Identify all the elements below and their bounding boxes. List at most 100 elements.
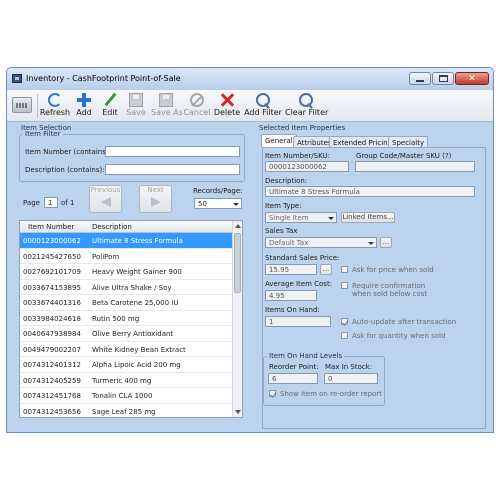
item-number-filter-label: Item Number (contains): <box>25 148 111 156</box>
page-count-label: of 1 <box>61 199 75 207</box>
tab-general[interactable]: General <box>261 134 297 148</box>
on-hand-levels-heading: Item On Hand Levels <box>267 352 345 360</box>
sales-tax-select[interactable]: Default Tax <box>265 237 377 248</box>
item-filter-heading: Item Filter <box>23 130 63 138</box>
description-filter-input[interactable] <box>105 164 240 175</box>
ask-price-label: Ask for price when sold <box>352 266 434 274</box>
edit-icon <box>103 93 117 107</box>
clear-filter-button[interactable]: Clear Filter <box>285 91 328 121</box>
description-field[interactable]: Ultimate 8 Stress Formula <box>265 186 475 197</box>
table-row[interactable]: 0033984024618 Rutin 500 mg <box>20 311 232 326</box>
item-type-label: Item Type: <box>265 202 302 210</box>
item-number-filter-input[interactable] <box>105 146 240 157</box>
column-header-item-number[interactable]: Item Number <box>28 223 74 231</box>
save-icon <box>129 93 143 107</box>
refresh-button[interactable]: Refresh <box>39 91 71 121</box>
scroll-up-icon[interactable] <box>235 224 241 228</box>
scroll-down-icon[interactable] <box>235 410 241 414</box>
title-bar[interactable]: Inventory - CashFootprint Point-of-Sale … <box>7 68 493 90</box>
add-filter-button[interactable]: Add Filter <box>244 91 282 121</box>
max-stock-label: Max In Stock: <box>325 363 373 371</box>
max-stock-field[interactable]: 0 <box>324 373 378 384</box>
add-button[interactable]: Add <box>73 91 95 121</box>
description-filter-label: Description (contains): <box>25 166 105 174</box>
chevron-down-icon <box>233 203 239 206</box>
item-number-field[interactable]: 0000123000062 <box>265 161 349 172</box>
avg-cost-label: Average Item Cost: <box>265 280 333 288</box>
std-price-label: Standard Sales Price: <box>265 254 340 262</box>
arrow-right-icon <box>150 197 161 207</box>
inventory-window: Inventory - CashFootprint Point-of-Sale … <box>6 67 494 433</box>
items-table: Item Number Description 0000123000062 Ult… <box>19 220 243 418</box>
toolbar-separator <box>37 94 38 118</box>
keyboard-icon[interactable] <box>12 97 32 113</box>
window-title: Inventory - CashFootprint Point-of-Sale <box>26 74 181 83</box>
auto-update-checkbox[interactable] <box>341 318 348 325</box>
app-icon <box>12 74 22 83</box>
chevron-down-icon <box>368 242 374 245</box>
reorder-point-field[interactable]: 6 <box>268 373 318 384</box>
page-label: Page <box>23 199 40 207</box>
table-scrollbar[interactable] <box>232 221 242 417</box>
maximize-button[interactable] <box>432 72 454 85</box>
cancel-icon <box>190 93 204 107</box>
reorder-point-label: Reorder Point: <box>269 363 319 371</box>
table-row[interactable]: 0040647938984 Olive Berry Antioxidant <box>20 326 232 342</box>
save-button[interactable]: Save <box>125 91 147 121</box>
description-label: Description: <box>265 177 308 185</box>
table-row[interactable]: 0074312453656 Sage Leaf 285 mg <box>20 404 232 418</box>
sales-tax-label: Sales Tax <box>265 227 298 235</box>
refresh-icon <box>48 93 62 107</box>
scroll-thumb[interactable] <box>234 233 241 293</box>
delete-icon <box>220 93 234 107</box>
ask-quantity-checkbox[interactable] <box>341 332 348 339</box>
require-confirm-checkbox[interactable] <box>341 282 348 289</box>
records-per-page-select[interactable]: 50 <box>194 198 242 209</box>
table-row[interactable]: 0027692101709 Heavy Weight Gainer 900 <box>20 264 232 280</box>
minimize-button[interactable] <box>409 72 431 85</box>
clear-filter-icon <box>299 93 313 107</box>
close-icon: ✕ <box>468 73 476 84</box>
std-price-more-button[interactable]: ... <box>320 264 332 275</box>
toolbar: Refresh Add Edit Save Save As Cancel Del… <box>7 90 493 122</box>
column-header-description[interactable]: Description <box>92 223 132 231</box>
arrow-left-icon <box>100 197 111 207</box>
next-page-button[interactable]: Next <box>139 185 172 213</box>
page-number-input[interactable]: 1 <box>44 197 58 208</box>
table-row[interactable]: 0000123000062 Ultimate 8 Stress Formula <box>20 233 232 249</box>
minimize-icon <box>416 80 424 82</box>
table-row[interactable]: 0074312451768 Tonalin CLA 1000 <box>20 388 232 404</box>
save-as-button[interactable]: Save As <box>151 91 183 121</box>
cancel-button[interactable]: Cancel <box>183 91 211 121</box>
close-button[interactable]: ✕ <box>455 72 489 85</box>
group-code-field[interactable] <box>355 161 475 172</box>
table-row[interactable]: 0074312401312 Alpha Lipoic Acid 200 mg <box>20 357 232 373</box>
item-type-select[interactable]: Single Item <box>265 212 337 223</box>
table-row[interactable]: 0033674401316 Beta Carotene 25,000 IU <box>20 295 232 311</box>
linked-items-button[interactable]: Linked Items... <box>341 212 395 223</box>
show-reorder-label: Show item on re-order report <box>280 390 383 398</box>
sales-tax-more-button[interactable]: ... <box>380 237 392 248</box>
table-row[interactable]: 0049479002207 White Kidney Bean Extract <box>20 342 232 357</box>
items-on-hand-field[interactable]: 1 <box>265 316 331 327</box>
table-row[interactable]: 002124542765​0 PoliPom <box>20 249 232 264</box>
edit-button[interactable]: Edit <box>99 91 121 121</box>
previous-page-button[interactable]: Previous <box>89 185 122 213</box>
ask-quantity-label: Ask for quantity when sold <box>352 332 446 340</box>
maximize-icon <box>438 75 448 82</box>
delete-button[interactable]: Delete <box>213 91 241 121</box>
item-number-label: Item Number/SKU: <box>265 152 330 160</box>
std-price-field[interactable]: 15.95 <box>265 264 317 275</box>
chevron-down-icon <box>328 217 334 220</box>
add-icon <box>77 93 91 107</box>
save-as-icon <box>159 93 173 107</box>
ask-price-checkbox[interactable] <box>341 266 348 273</box>
add-filter-icon <box>256 93 270 107</box>
require-confirm-label: Require confirmation when sold below cos… <box>352 282 428 298</box>
group-code-label: Group Code/Master SKU (?) <box>356 152 452 160</box>
avg-cost-field[interactable]: 4.95 <box>265 290 317 301</box>
show-reorder-checkbox[interactable] <box>269 390 276 397</box>
table-row[interactable]: 0033674153895 Alive Ultra Shake / Soy <box>20 280 232 295</box>
properties-heading: Selected Item Properties <box>259 124 346 132</box>
table-row[interactable]: 0074312405259 Turmeric 400 mg <box>20 373 232 388</box>
